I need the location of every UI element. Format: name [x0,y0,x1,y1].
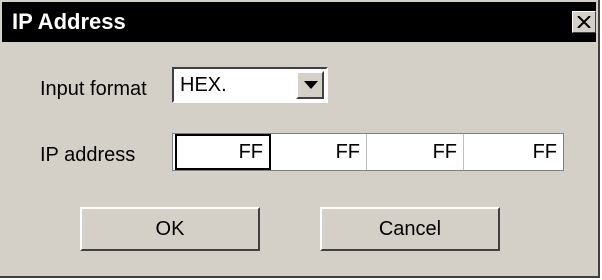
cancel-button[interactable]: Cancel [320,207,500,251]
ip-octet-4[interactable]: FF [464,134,563,170]
input-format-select[interactable]: HEX. [172,67,328,103]
ip-address-dialog: IP Address Input format HEX. IP address … [0,0,600,278]
ip-octet-3[interactable]: FF [367,134,464,170]
ip-address-field: FF FF FF FF [172,133,564,171]
ok-button[interactable]: OK [80,207,260,251]
input-format-value: HEX. [180,74,227,96]
ip-octet-1[interactable]: FF [175,134,271,170]
input-format-label: Input format [40,78,147,100]
ip-address-label: IP address [40,144,136,166]
title-bar: IP Address [2,2,596,42]
dialog-title: IP Address [12,9,126,34]
ip-octet-2[interactable]: FF [271,134,367,170]
close-icon [577,16,591,28]
close-button[interactable] [572,11,596,33]
input-format-dropdown-button[interactable] [296,71,324,99]
chevron-down-icon [304,81,318,89]
